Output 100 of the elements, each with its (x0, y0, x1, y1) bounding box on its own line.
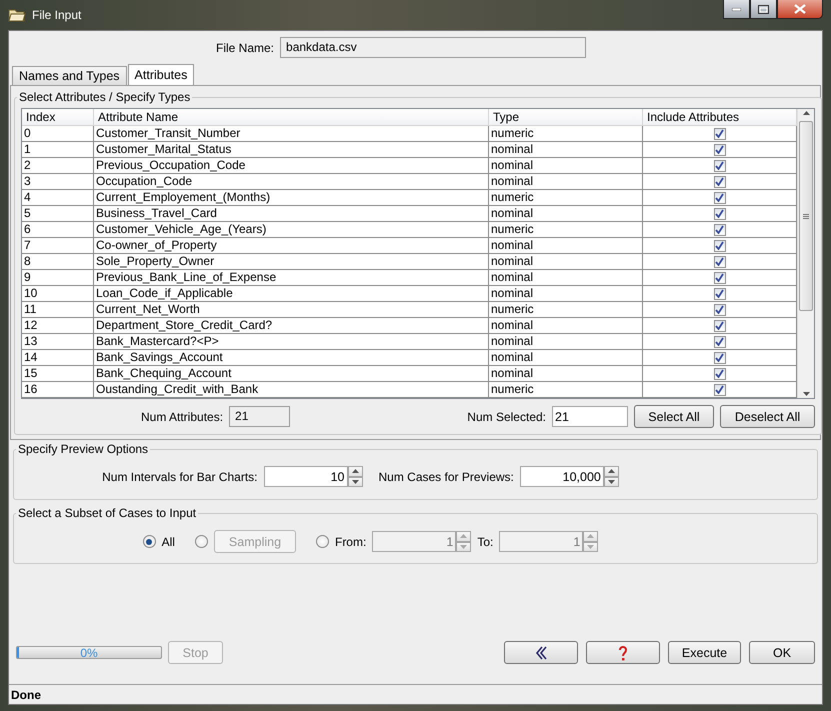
table-cell: nominal (489, 286, 643, 302)
checkbox[interactable] (714, 320, 726, 332)
column-header[interactable]: Include Attributes (643, 109, 797, 126)
table-cell: nominal (489, 238, 643, 254)
checkbox[interactable] (714, 224, 726, 236)
table-cell: nominal (489, 366, 643, 382)
number-field[interactable]: 10 (264, 466, 348, 487)
checkbox[interactable] (714, 384, 726, 396)
progress-label: 0% (79, 647, 99, 658)
scroll-up-icon[interactable] (802, 111, 810, 115)
spin-up-button[interactable] (604, 466, 619, 476)
up-arrow-icon (352, 469, 358, 474)
checkbox[interactable] (714, 176, 726, 188)
table-cell: 3 (22, 174, 94, 190)
checkbox[interactable] (714, 192, 726, 204)
table-cell: 10 (22, 286, 94, 302)
column-header[interactable]: Attribute Name (94, 109, 489, 126)
checkbox[interactable] (714, 240, 726, 252)
checkbox[interactable] (714, 352, 726, 364)
table-cell: 16 (22, 382, 94, 398)
checkbox[interactable] (714, 208, 726, 220)
back-button[interactable] (504, 641, 578, 664)
group-title: Select a Subset of Cases to Input (17, 506, 198, 520)
help-icon (618, 644, 628, 660)
table-cell: nominal (489, 174, 643, 190)
table-cell: numeric (489, 222, 643, 238)
tab[interactable]: Names and Types (12, 66, 127, 86)
table-cell: 2 (22, 158, 94, 174)
checkbox[interactable] (714, 368, 726, 380)
checkbox[interactable] (714, 288, 726, 300)
help-button[interactable] (586, 641, 660, 664)
table-cell: nominal (489, 206, 643, 222)
table-cell: Bank_Chequing_Account (94, 366, 489, 382)
table-cell: Bank_Savings_Account (94, 350, 489, 366)
table-cell: 0 (22, 126, 94, 142)
table-cell: 13 (22, 334, 94, 350)
down-arrow-icon (460, 544, 468, 549)
maximize-button[interactable] (750, 0, 777, 19)
table-cell: Occupation_Code (94, 174, 489, 190)
table-cell: numeric (489, 302, 643, 318)
scrollbar-thumb[interactable] (799, 121, 813, 311)
table-cell: numeric (489, 126, 643, 142)
to-label: To: (477, 534, 494, 548)
checkbox[interactable] (714, 160, 726, 172)
status-text: Done (11, 688, 41, 702)
checkbox[interactable] (714, 304, 726, 316)
intervals-label: Num Intervals for Bar Charts: (102, 470, 258, 484)
scrollbar[interactable] (797, 109, 814, 398)
table-cell: Department_Store_Credit_Card? (94, 318, 489, 334)
group-title: Specify Preview Options (17, 442, 150, 456)
table-cell: Oustanding_Credit_with_Bank (94, 382, 489, 398)
close-button[interactable] (777, 0, 823, 19)
checkbox[interactable] (714, 256, 726, 268)
tab[interactable]: Attributes (128, 64, 194, 86)
table-cell: Business_Travel_Card (94, 206, 489, 222)
num-selected-field[interactable]: 21 (552, 406, 628, 427)
up-arrow-icon (460, 534, 468, 538)
table-cell: Customer_Marital_Status (94, 142, 489, 158)
table-cell: 11 (22, 302, 94, 318)
folder-icon (8, 7, 26, 23)
num-attributes-field: 21 (229, 406, 290, 427)
ok-button[interactable]: OK (749, 641, 815, 664)
table-cell: nominal (489, 270, 643, 286)
table-cell: nominal (489, 318, 643, 334)
column-header[interactable]: Index (22, 109, 94, 126)
select-all-button[interactable]: Select All (634, 405, 714, 428)
checkbox[interactable] (714, 144, 726, 156)
checkbox[interactable] (714, 128, 726, 140)
checkbox[interactable] (714, 272, 726, 284)
column-header[interactable]: Type (489, 109, 643, 126)
radio-button[interactable] (142, 535, 156, 548)
table-cell: Bank_Mastercard?<P> (94, 334, 489, 350)
table-cell: 5 (22, 206, 94, 222)
table-cell: 1 (22, 142, 94, 158)
down-arrow-icon (587, 544, 594, 549)
execute-button[interactable]: Execute (668, 641, 741, 664)
table-cell: 8 (22, 254, 94, 270)
table-cell: Previous_Occupation_Code (94, 158, 489, 174)
up-arrow-icon (608, 469, 615, 474)
table-cell: nominal (489, 334, 643, 350)
deselect-all-button[interactable]: Deselect All (720, 405, 815, 428)
window-title: File Input (32, 8, 82, 22)
file-name-label: File Name: (216, 40, 274, 54)
down-arrow-icon (608, 480, 615, 484)
scroll-down-icon[interactable] (802, 392, 810, 396)
grip-icon (803, 214, 809, 218)
table-cell: Customer_Vehicle_Age_(Years) (94, 222, 489, 238)
minimize-button[interactable] (723, 0, 750, 19)
spin-up-button[interactable] (348, 466, 362, 476)
cases-label: Num Cases for Previews: (378, 470, 514, 484)
radio-button[interactable] (194, 535, 208, 548)
maximize-icon (758, 4, 769, 14)
radio-button[interactable] (316, 535, 329, 548)
table-cell: Co-owner_of_Property (94, 238, 489, 254)
table-cell: Current_Employement_(Months) (94, 190, 489, 206)
table-cell: 12 (22, 318, 94, 334)
table-cell: Previous_Bank_Line_of_Expense (94, 270, 489, 286)
table-cell: 9 (22, 270, 94, 286)
number-field[interactable]: 10,000 (520, 466, 604, 487)
checkbox[interactable] (714, 336, 726, 348)
